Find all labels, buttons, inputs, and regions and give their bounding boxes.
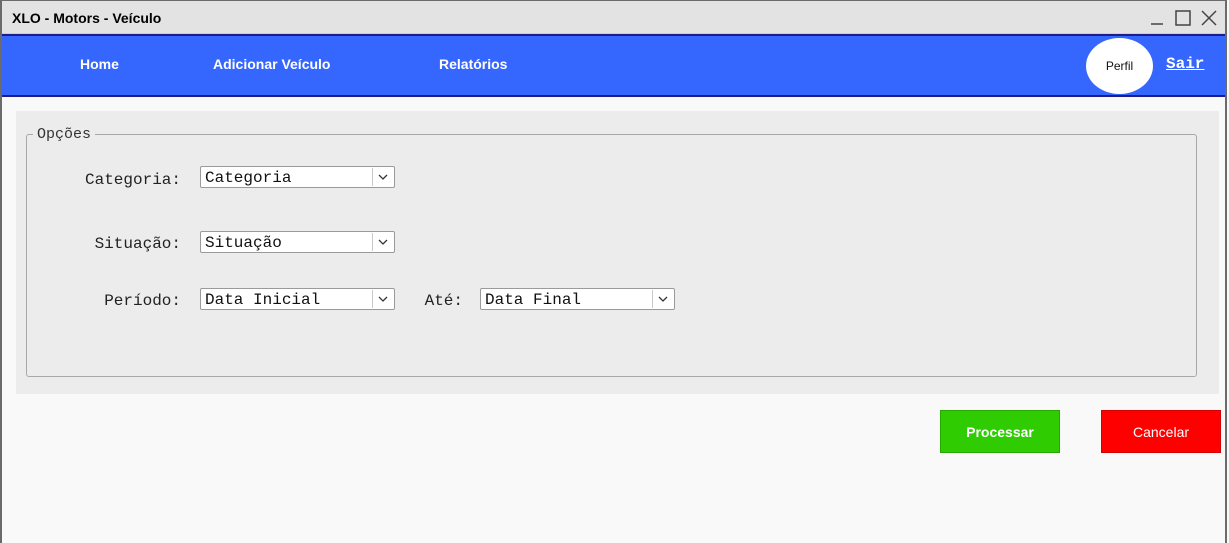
- maximize-icon[interactable]: [1173, 8, 1193, 28]
- categoria-label: Categoria:: [84, 171, 181, 189]
- options-fieldset: Opções Categoria: Categoria Situação: Si…: [26, 126, 1197, 377]
- window-title: XLO - Motors - Veículo: [12, 10, 162, 26]
- ate-label: Até:: [424, 292, 463, 310]
- chevron-down-icon: [372, 168, 393, 186]
- processar-button[interactable]: Processar: [940, 410, 1060, 453]
- data-final-select[interactable]: Data Final: [480, 288, 675, 310]
- chevron-down-icon: [372, 290, 393, 308]
- data-inicial-select[interactable]: Data Inicial: [200, 288, 395, 310]
- options-panel: Opções Categoria: Categoria Situação: Si…: [16, 111, 1219, 394]
- cancelar-button[interactable]: Cancelar: [1101, 410, 1221, 453]
- chevron-down-icon: [372, 233, 393, 251]
- logout-link[interactable]: Sair: [1166, 55, 1204, 73]
- title-bar: XLO - Motors - Veículo: [2, 1, 1225, 34]
- profile-button[interactable]: Perfil: [1086, 38, 1153, 94]
- nav-relatorios[interactable]: Relatórios: [439, 56, 507, 72]
- situacao-label: Situação:: [94, 235, 181, 253]
- chevron-down-icon: [652, 290, 673, 308]
- app-window: XLO - Motors - Veículo Home Adicionar Ve…: [0, 0, 1227, 543]
- categoria-select-value: Categoria: [205, 169, 292, 187]
- top-navbar: Home Adicionar Veículo Relatórios Perfil…: [2, 34, 1225, 97]
- categoria-select[interactable]: Categoria: [200, 166, 395, 188]
- nav-home[interactable]: Home: [80, 56, 119, 72]
- situacao-select[interactable]: Situação: [200, 231, 395, 253]
- fieldset-legend: Opções: [33, 126, 96, 143]
- data-final-select-value: Data Final: [485, 291, 582, 309]
- minimize-icon[interactable]: [1147, 8, 1167, 28]
- situacao-select-value: Situação: [205, 234, 282, 252]
- periodo-label: Período:: [104, 292, 181, 310]
- window-controls: [1147, 7, 1219, 29]
- data-inicial-select-value: Data Inicial: [205, 291, 321, 309]
- nav-adicionar-veiculo[interactable]: Adicionar Veículo: [213, 56, 330, 72]
- close-icon[interactable]: [1199, 8, 1219, 28]
